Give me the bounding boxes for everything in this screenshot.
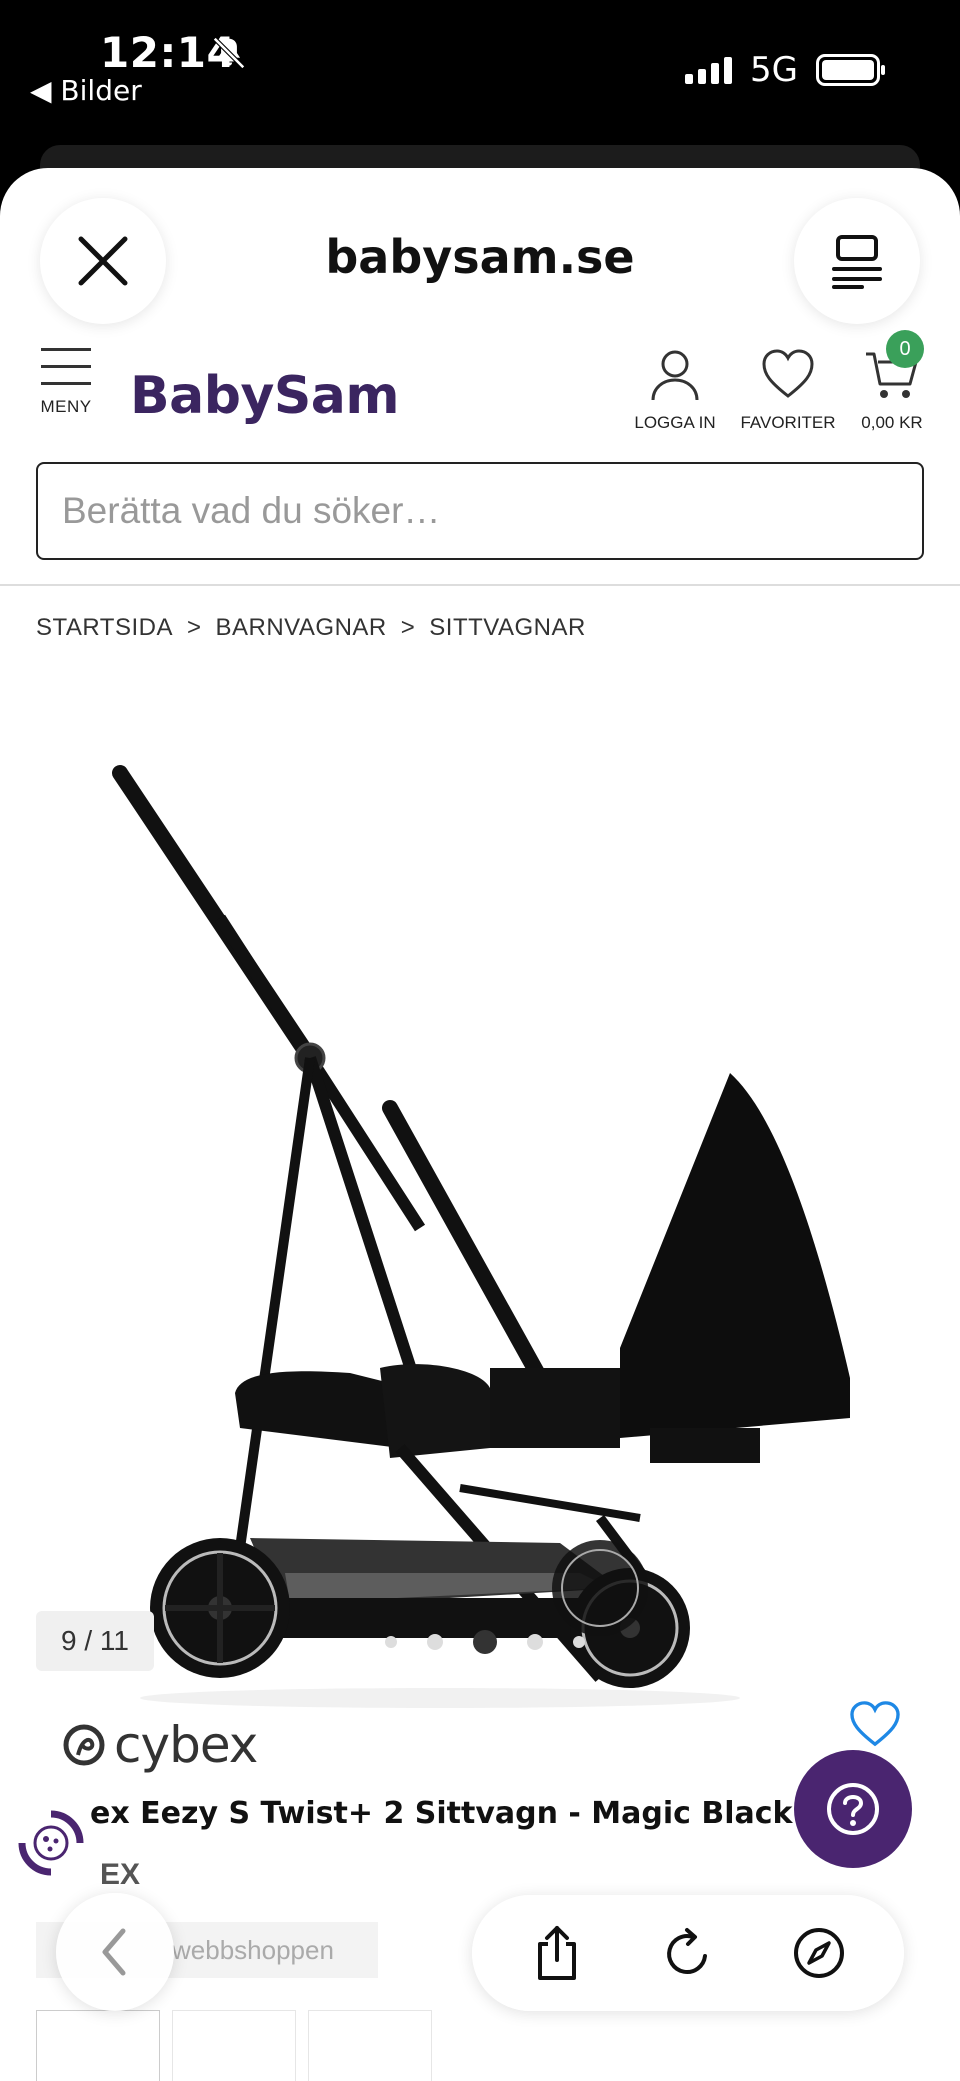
reader-icon bbox=[832, 235, 882, 289]
site-logo[interactable]: BabySam bbox=[130, 366, 400, 426]
gallery-dots bbox=[385, 1630, 585, 1654]
favorites-button[interactable]: FAVORITER bbox=[738, 346, 838, 433]
gallery-dot[interactable] bbox=[527, 1634, 543, 1650]
cart-button[interactable]: 0 0,00 KR bbox=[852, 330, 932, 433]
breadcrumb-strollers[interactable]: BARNVAGNAR bbox=[215, 614, 386, 642]
product-image[interactable] bbox=[60, 728, 900, 1728]
gallery-dot-active[interactable] bbox=[473, 1630, 497, 1654]
compass-icon bbox=[793, 1928, 844, 1978]
header-divider bbox=[0, 584, 960, 586]
favorites-label: FAVORITER bbox=[740, 413, 836, 432]
breadcrumb: STARTSIDA > BARNVAGNAR > SITTVAGNAR bbox=[36, 614, 586, 642]
share-button[interactable] bbox=[527, 1923, 587, 1983]
brand-logo-text: cybex bbox=[114, 1716, 258, 1774]
image-counter: 9 / 11 bbox=[36, 1611, 154, 1671]
back-to-app-link[interactable]: ◀ Bilder bbox=[30, 74, 142, 107]
site-header: MENY BabySam LOGGA IN FAVORITER 0 0,00 K… bbox=[0, 330, 960, 458]
brand-logo[interactable]: cybex bbox=[62, 1716, 258, 1774]
back-button[interactable] bbox=[56, 1893, 174, 2011]
add-favorite-icon[interactable] bbox=[848, 1700, 902, 1748]
share-icon bbox=[538, 1926, 577, 1980]
status-bar: 12:14 ◀ Bilder 5G bbox=[0, 0, 960, 165]
user-icon bbox=[651, 350, 699, 401]
search-input[interactable]: Berätta vad du söker… bbox=[36, 462, 924, 560]
cybex-logo-icon bbox=[63, 1724, 105, 1766]
breadcrumb-sittvagnar[interactable]: SITTVAGNAR bbox=[429, 614, 586, 642]
gallery-dot[interactable] bbox=[573, 1636, 585, 1648]
bell-muted-icon bbox=[213, 37, 245, 69]
reload-button[interactable] bbox=[658, 1923, 718, 1983]
thumbnail[interactable] bbox=[308, 2010, 432, 2081]
signal-icon bbox=[685, 56, 733, 84]
menu-label: MENY bbox=[40, 397, 92, 416]
browser-toolbar bbox=[472, 1895, 904, 2011]
product-title: ex Eezy S Twist+ 2 Sittvagn - Magic Blac… bbox=[90, 1796, 793, 1831]
cart-count-badge: 0 bbox=[886, 330, 924, 368]
thumbnail-strip bbox=[36, 2010, 432, 2081]
login-button[interactable]: LOGGA IN bbox=[630, 346, 720, 433]
thumbnail[interactable] bbox=[172, 2010, 296, 2081]
browser-sheet: babysam.se MENY BabySam LOGGA IN FAVORIT… bbox=[0, 168, 960, 2081]
gallery-dot[interactable] bbox=[427, 1634, 443, 1650]
status-indicators: 5G bbox=[685, 50, 885, 90]
help-icon bbox=[827, 1783, 879, 1835]
gallery-dot[interactable] bbox=[385, 1636, 397, 1648]
hamburger-icon bbox=[38, 348, 94, 385]
heart-icon bbox=[762, 349, 814, 398]
breadcrumb-home[interactable]: STARTSIDA bbox=[36, 614, 173, 642]
help-chat-button[interactable] bbox=[794, 1750, 912, 1868]
cart-total: 0,00 KR bbox=[861, 413, 923, 432]
network-type: 5G bbox=[750, 50, 798, 90]
thumbnail[interactable] bbox=[36, 2010, 160, 2081]
menu-button[interactable]: MENY bbox=[38, 348, 94, 417]
breadcrumb-separator: > bbox=[400, 614, 416, 641]
reader-mode-button[interactable] bbox=[794, 198, 920, 324]
compass-button[interactable] bbox=[789, 1923, 849, 1983]
product-brand[interactable]: EX bbox=[100, 1858, 140, 1892]
chevron-left-icon bbox=[102, 1928, 126, 1976]
battery-icon bbox=[816, 54, 885, 86]
reload-icon bbox=[667, 1928, 707, 1974]
breadcrumb-separator: > bbox=[186, 614, 202, 641]
login-label: LOGGA IN bbox=[634, 413, 716, 432]
cookie-settings-icon[interactable] bbox=[16, 1808, 86, 1878]
